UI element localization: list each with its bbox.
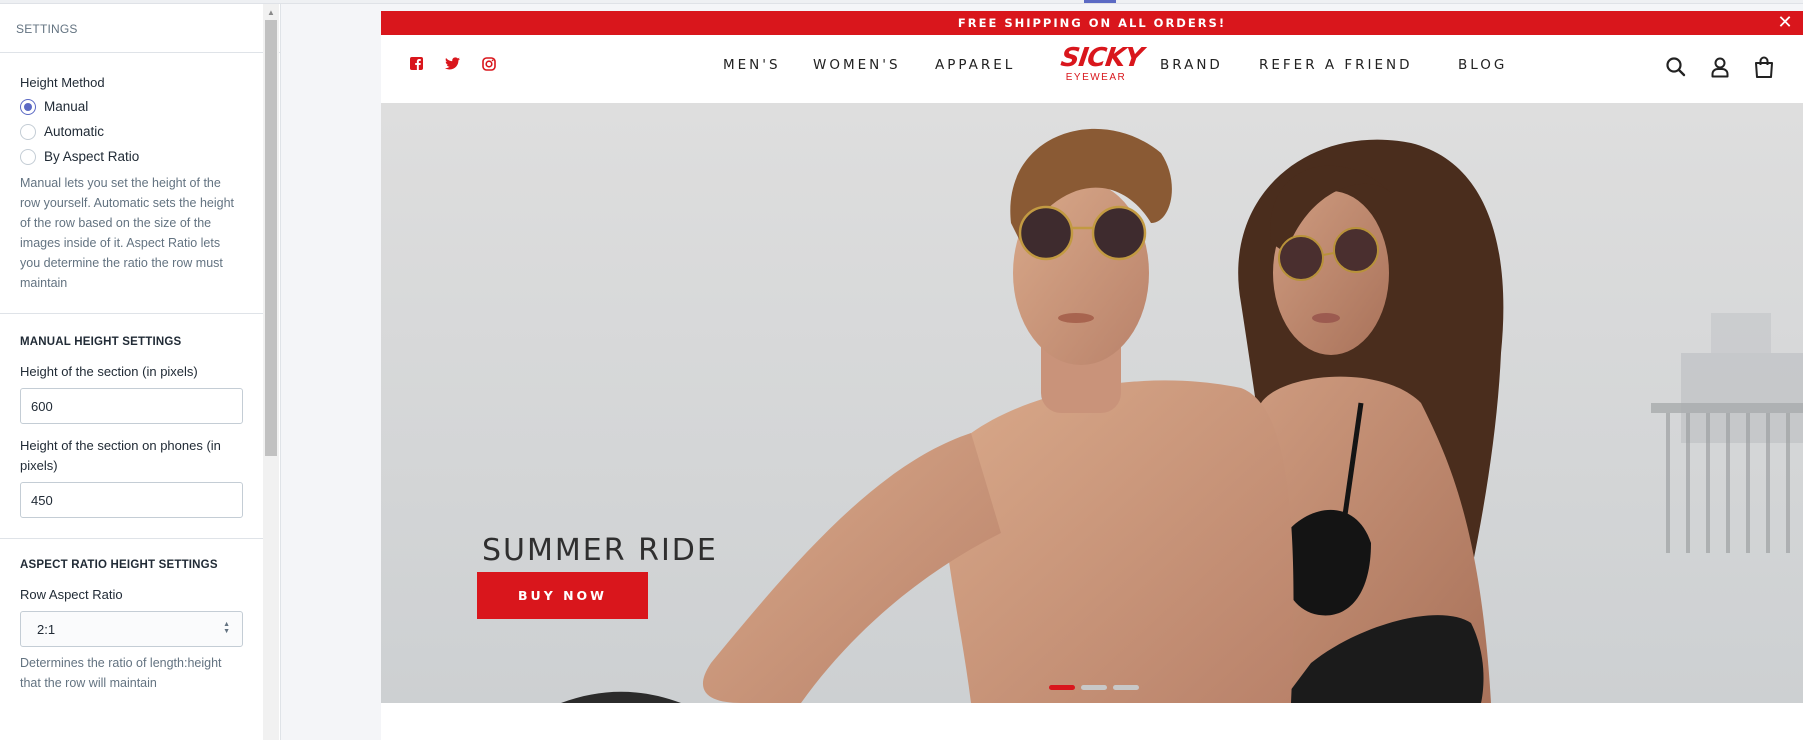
slide-dot-1[interactable] (1049, 685, 1075, 690)
slide-dot-2[interactable] (1081, 685, 1107, 690)
nav-mens[interactable]: MEN'S (723, 57, 781, 73)
store-logo[interactable]: SICKY EYEWEAR (1058, 43, 1145, 83)
search-icon[interactable] (1665, 55, 1687, 79)
app-root: SETTINGS Height Method Manual Automatic … (0, 0, 1803, 740)
section-height-input[interactable] (20, 388, 243, 424)
facebook-icon[interactable] (409, 57, 424, 72)
aspect-ratio-section: ASPECT RATIO HEIGHT SETTINGS Row Aspect … (0, 539, 263, 713)
store-preview: FREE SHIPPING ON ALL ORDERS! ✕ MEN'S WOM… (381, 11, 1803, 740)
active-tab-indicator (1084, 0, 1116, 3)
hero-title: SUMMER RIDE (482, 533, 718, 568)
logo-wordmark: SICKY (1058, 43, 1145, 73)
select-arrows-icon: ▲ ▼ (223, 621, 230, 635)
sidebar-scrollbar[interactable]: ▲ (263, 4, 279, 740)
select-value: 2:1 (37, 622, 56, 637)
phone-height-label: Height of the section on phones (in pixe… (20, 438, 221, 473)
site-header: MEN'S WOMEN'S APPAREL SICKY EYEWEAR BRAN… (381, 35, 1803, 103)
nav-blog[interactable]: BLOG (1458, 57, 1507, 73)
instagram-icon[interactable] (481, 57, 496, 72)
nav-brand[interactable]: BRAND (1160, 57, 1223, 73)
scrollbar-thumb[interactable] (265, 20, 277, 456)
row-aspect-ratio-label: Row Aspect Ratio (20, 587, 123, 602)
height-method-label: Height Method (20, 75, 105, 90)
radio-label: Manual (44, 99, 89, 114)
account-icon[interactable] (1709, 55, 1731, 79)
radio-by-aspect-ratio[interactable]: By Aspect Ratio (20, 144, 243, 169)
social-links (409, 57, 496, 72)
height-method-section: Height Method Manual Automatic By Aspect… (0, 53, 263, 314)
nav-apparel[interactable]: APPAREL (935, 57, 1015, 73)
phone-height-input[interactable] (20, 482, 243, 518)
radio-manual[interactable]: Manual (20, 94, 243, 119)
row-aspect-ratio-select[interactable]: 2:1 ▲ ▼ (20, 611, 243, 647)
nav-womens[interactable]: WOMEN'S (813, 57, 901, 73)
twitter-icon[interactable] (445, 57, 460, 72)
section-height-label: Height of the section (in pixels) (20, 364, 198, 379)
radio-label: Automatic (44, 124, 105, 139)
scroll-up-icon[interactable]: ▲ (263, 8, 279, 18)
radio-button[interactable] (20, 123, 36, 140)
settings-sidebar: SETTINGS Height Method Manual Automatic … (0, 4, 281, 740)
aspect-ratio-heading: ASPECT RATIO HEIGHT SETTINGS (20, 559, 218, 571)
nav-refer-a-friend[interactable]: REFER A FRIEND (1259, 57, 1413, 73)
radio-button[interactable] (20, 148, 36, 165)
radio-automatic[interactable]: Automatic (20, 119, 243, 144)
radio-label: By Aspect Ratio (44, 149, 140, 164)
hero-slideshow: SUMMER RIDE BUY NOW (381, 103, 1803, 703)
close-icon[interactable]: ✕ (1773, 11, 1797, 35)
manual-height-section: MANUAL HEIGHT SETTINGS Height of the sec… (0, 314, 263, 539)
height-method-help: Manual lets you set the height of the ro… (20, 176, 234, 290)
logo-subtitle: EYEWEAR (1065, 72, 1127, 83)
manual-height-heading: MANUAL HEIGHT SETTINGS (20, 336, 182, 348)
cart-icon[interactable] (1753, 55, 1775, 79)
slide-dot-3[interactable] (1113, 685, 1139, 690)
aspect-ratio-help: Determines the ratio of length:height th… (20, 656, 222, 690)
slide-dots (1049, 685, 1139, 690)
buy-now-button[interactable]: BUY NOW (477, 572, 648, 619)
announcement-text: FREE SHIPPING ON ALL ORDERS! (957, 16, 1227, 30)
header-icons (1665, 55, 1775, 79)
radio-button-checked[interactable] (20, 98, 36, 115)
sidebar-title: SETTINGS (0, 4, 280, 53)
announcement-bar: FREE SHIPPING ON ALL ORDERS! ✕ (381, 11, 1803, 35)
sidebar-content: Height Method Manual Automatic By Aspect… (0, 53, 263, 713)
